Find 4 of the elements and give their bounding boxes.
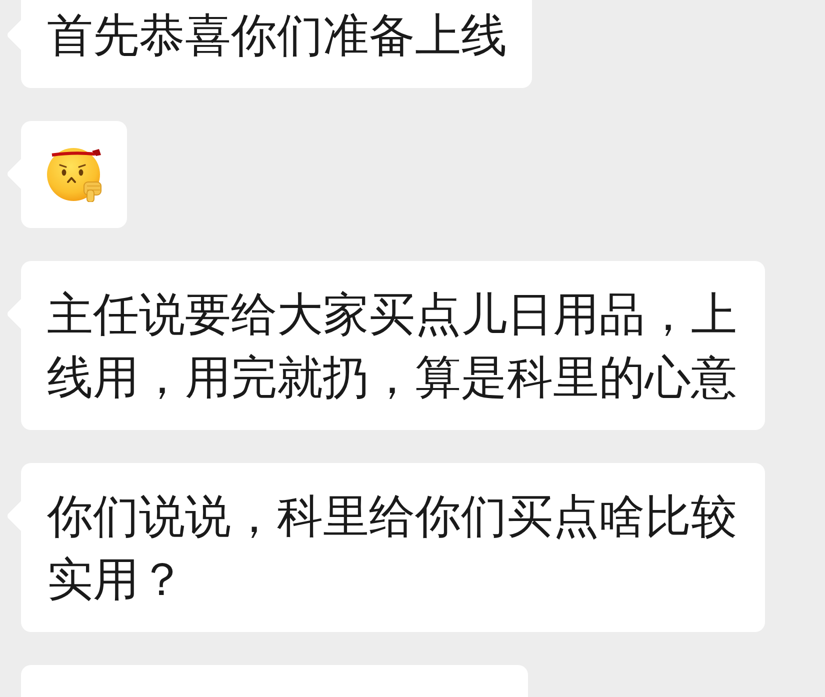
face-emoji-icon <box>47 147 102 202</box>
message-bubble: 主任说要给大家买点儿日用品，上线用，用完就扔，算是科里的心意 <box>21 261 765 430</box>
message-bubble: 首先恭喜你们准备上线 <box>21 0 532 88</box>
message-bubble: 你们说说，科里给你们买点啥比较实用？ <box>21 463 765 632</box>
